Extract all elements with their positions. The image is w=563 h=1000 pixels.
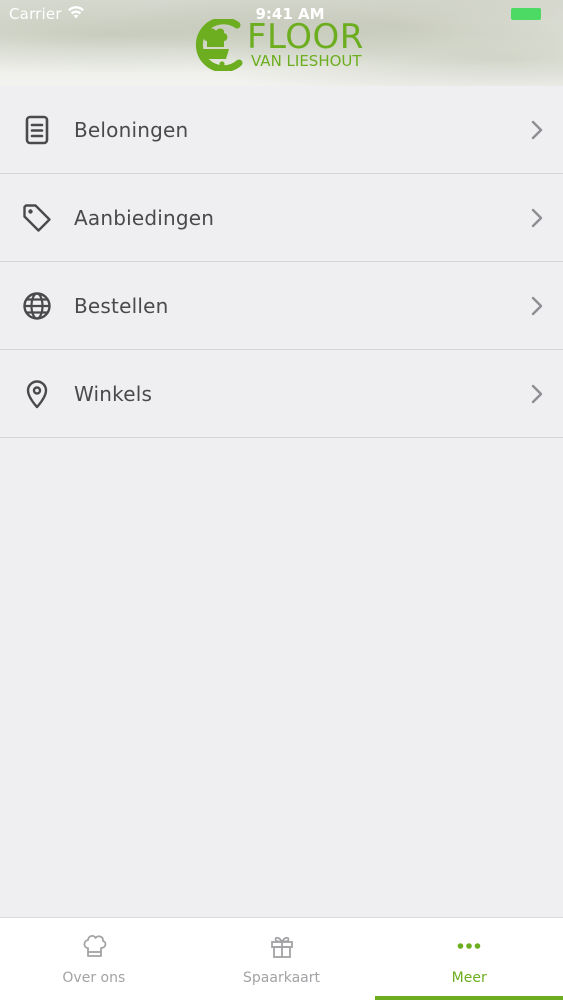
chevron-right-icon xyxy=(531,208,543,227)
chevron-right-icon xyxy=(531,296,543,315)
battery-icon xyxy=(511,8,541,20)
more-dots-icon xyxy=(457,943,481,949)
chef-hat-icon xyxy=(83,935,107,957)
wifi-icon xyxy=(68,6,84,19)
menu-item-label: Winkels xyxy=(74,381,153,406)
tab-label: Meer xyxy=(451,970,487,986)
chef-cart-logo xyxy=(195,19,243,71)
tab-spaarkaart[interactable]: Spaarkaart xyxy=(188,918,376,1000)
globe-icon xyxy=(23,291,51,320)
tab-meer[interactable]: Meer xyxy=(375,918,563,1000)
tab-label: Spaarkaart xyxy=(243,970,320,986)
menu-item-label: Beloningen xyxy=(74,117,189,142)
menu-item-bestellen[interactable]: Bestellen xyxy=(0,262,563,350)
more-menu-list: Beloningen Aanbiedingen Bestellen Winkel… xyxy=(0,86,563,438)
active-tab-indicator xyxy=(375,996,563,1000)
map-pin-icon xyxy=(26,379,48,408)
brand-title: FLOOR xyxy=(247,17,364,57)
tab-label: Over ons xyxy=(62,970,126,986)
gift-icon xyxy=(270,936,293,958)
menu-item-beloningen[interactable]: Beloningen xyxy=(0,86,563,174)
carrier-label: Carrier xyxy=(9,5,62,23)
chevron-right-icon xyxy=(531,120,543,139)
tab-over-ons[interactable]: Over ons xyxy=(0,918,188,1000)
menu-item-label: Aanbiedingen xyxy=(74,205,215,230)
app-header: Carrier 9:41 AM FLOOR VAN LIESHOUT xyxy=(0,0,563,86)
brand-subtitle: VAN LIESHOUT xyxy=(251,52,362,70)
chevron-right-icon xyxy=(531,384,543,403)
menu-item-winkels[interactable]: Winkels xyxy=(0,350,563,438)
tag-icon xyxy=(23,203,51,232)
brand-logo: FLOOR VAN LIESHOUT xyxy=(193,17,373,71)
tab-bar: Over ons Spaarkaart Meer xyxy=(0,917,563,1000)
document-list-icon xyxy=(25,115,49,144)
menu-item-aanbiedingen[interactable]: Aanbiedingen xyxy=(0,174,563,262)
menu-item-label: Bestellen xyxy=(74,293,169,318)
